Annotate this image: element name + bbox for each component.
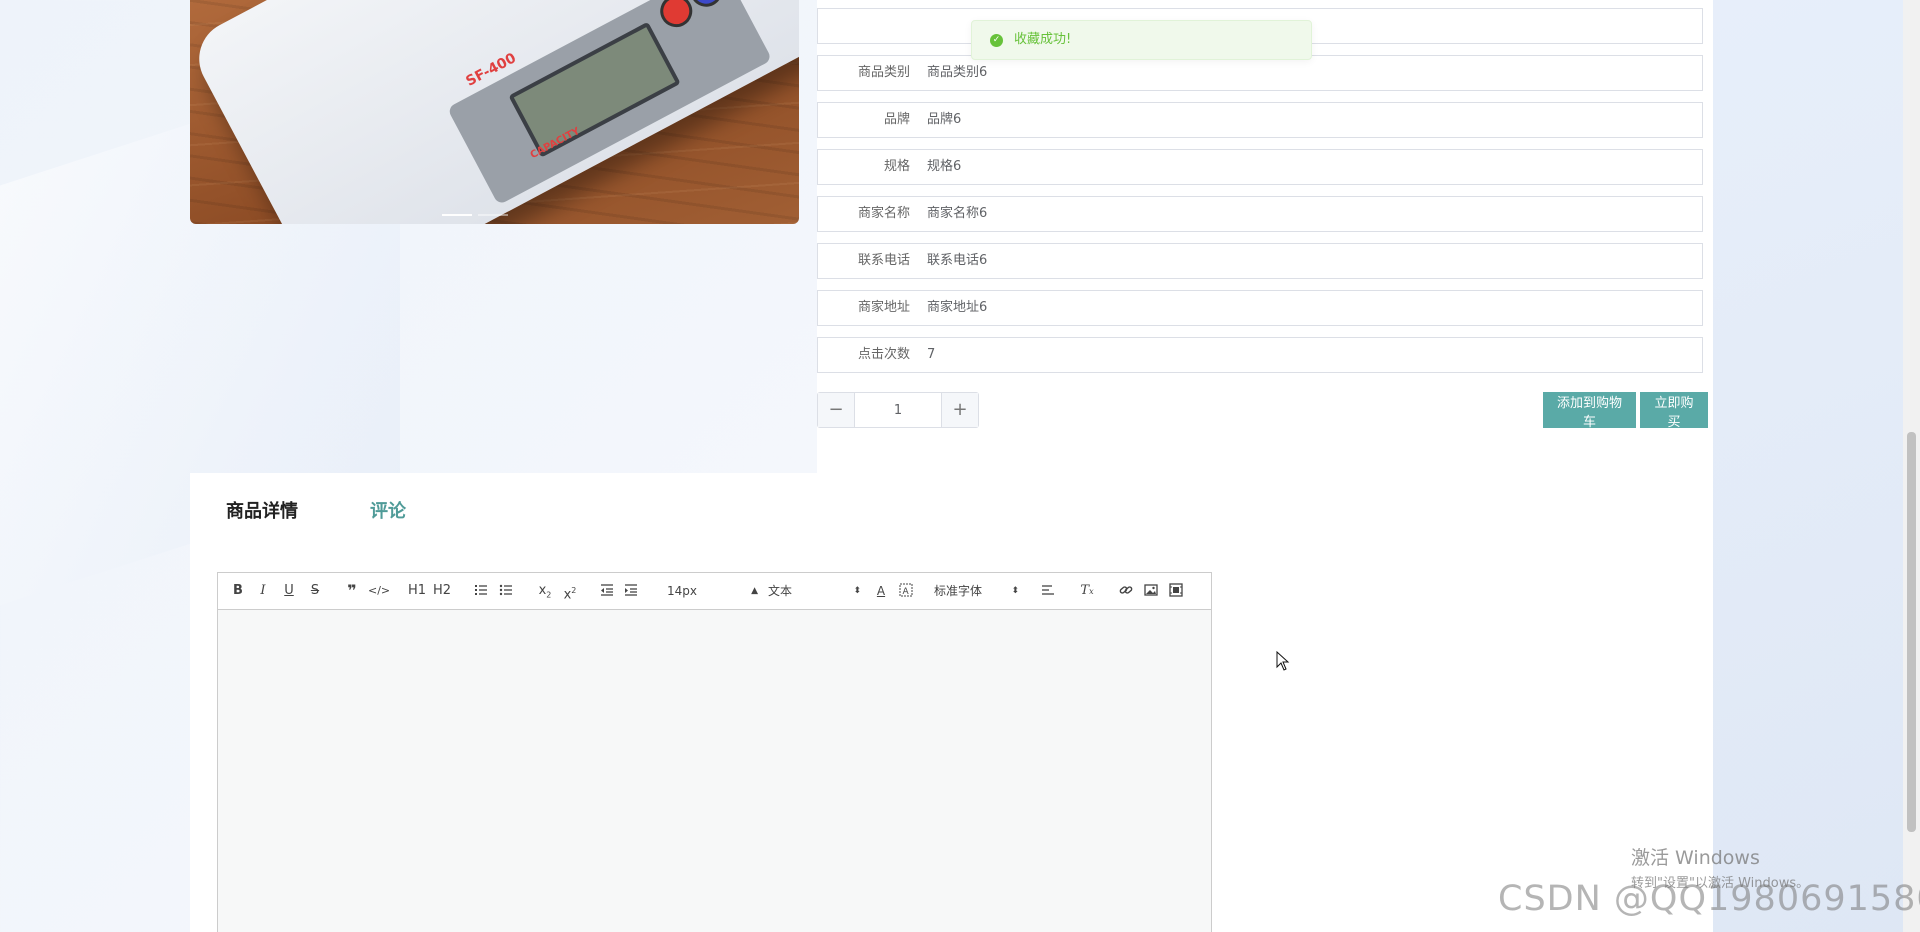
- mouse-cursor-icon: [1276, 651, 1290, 671]
- header-2-button[interactable]: H2: [431, 580, 453, 602]
- toast-message: 收藏成功!: [1014, 32, 1072, 47]
- link-icon[interactable]: [1117, 580, 1135, 602]
- info-row-category: 商品类别 商品类别6: [817, 55, 1703, 91]
- video-icon[interactable]: [1167, 580, 1185, 602]
- info-value: 商品类别6: [927, 65, 988, 80]
- buy-now-button[interactable]: 立即购买: [1640, 392, 1708, 430]
- info-value: 联系电话6: [927, 253, 988, 268]
- code-icon[interactable]: </>: [368, 580, 390, 602]
- info-value: 商家地址6: [927, 300, 988, 315]
- superscript-icon[interactable]: x2: [560, 580, 580, 602]
- product-image-carousel[interactable]: SF-400 CAPACITY: [190, 0, 799, 224]
- align-icon[interactable]: [1039, 580, 1057, 602]
- select-arrow-icon: ⬍: [1011, 586, 1019, 596]
- carousel-indicators: [442, 214, 508, 216]
- csdn-watermark: CSDN @QQ1980691580: [1498, 879, 1920, 919]
- info-value: 规格6: [927, 159, 962, 174]
- info-label: 商家地址: [857, 300, 910, 315]
- carousel-indicator[interactable]: [442, 214, 472, 216]
- font-size-select[interactable]: 14px ▲: [667, 580, 758, 602]
- clear-format-icon[interactable]: Tx: [1078, 580, 1096, 602]
- carousel-indicator[interactable]: [478, 214, 508, 216]
- bold-button[interactable]: B: [230, 580, 246, 602]
- font-family-value: 标准字体: [934, 584, 983, 598]
- quantity-input[interactable]: [855, 393, 941, 427]
- info-label: 品牌: [883, 112, 910, 127]
- editor-toolbar: B I U S ❞ </> H1 H2 x2 x2 14px ▲ 文本 ⬍ A …: [218, 573, 1211, 610]
- product-info-panel: 商品类别 商品类别6 品牌 品牌6 规格 规格6 商家名称 商家名称6 联系电话…: [817, 0, 1713, 473]
- bullet-list-icon[interactable]: [497, 580, 515, 602]
- info-row-spec: 规格 规格6: [817, 149, 1703, 185]
- quantity-stepper: − +: [817, 392, 979, 428]
- subscript-icon[interactable]: x2: [535, 580, 555, 602]
- info-row-click-count: 点击次数 7: [817, 337, 1703, 373]
- info-label: 商品类别: [857, 65, 910, 80]
- image-icon[interactable]: [1142, 580, 1160, 602]
- rich-text-editor: B I U S ❞ </> H1 H2 x2 x2 14px ▲ 文本 ⬍ A …: [217, 572, 1212, 932]
- ordered-list-icon[interactable]: [472, 580, 490, 602]
- svg-text:A: A: [903, 587, 910, 597]
- editor-content-area[interactable]: [218, 610, 1211, 932]
- scrollbar-thumb[interactable]: [1907, 432, 1916, 832]
- check-circle-icon: ✓: [990, 34, 1003, 47]
- success-toast: ✓ 收藏成功!: [971, 20, 1312, 60]
- product-detail-page: SF-400 CAPACITY 商品类别 商品类别6 品牌 品牌6 规格 规格6…: [190, 0, 1713, 932]
- quantity-decrease-button[interactable]: −: [818, 393, 855, 427]
- scale-red-button: [654, 0, 698, 33]
- info-label: 商家名称: [857, 206, 910, 221]
- info-row-merchant-name: 商家名称 商家名称6: [817, 196, 1703, 232]
- blockquote-icon[interactable]: ❞: [343, 580, 361, 602]
- select-arrow-icon: ▲: [751, 586, 758, 596]
- tab-product-details[interactable]: 商品详情: [226, 497, 298, 523]
- info-label: 点击次数: [857, 347, 910, 362]
- tab-comments[interactable]: 评论: [370, 497, 406, 523]
- page-scrollbar[interactable]: [1903, 0, 1920, 932]
- add-to-cart-button[interactable]: 添加到购物车: [1543, 392, 1636, 430]
- paragraph-select[interactable]: 文本 ⬍: [768, 580, 861, 602]
- info-value: 品牌6: [927, 112, 962, 127]
- italic-button[interactable]: I: [255, 580, 271, 602]
- quantity-increase-button[interactable]: +: [941, 393, 978, 427]
- activation-title: 激活 Windows: [1631, 847, 1760, 869]
- select-arrow-icon: ⬍: [853, 586, 861, 596]
- underline-button[interactable]: U: [281, 580, 297, 602]
- strike-button[interactable]: S: [307, 580, 323, 602]
- outdent-icon[interactable]: [598, 580, 616, 602]
- detail-section: 商品详情 评论 B I U S ❞ </> H1 H2 x2 x2 14px ▲…: [190, 473, 1713, 932]
- info-label: 联系电话: [857, 253, 910, 268]
- text-color-icon[interactable]: A: [872, 580, 890, 602]
- background-color-icon[interactable]: A: [897, 580, 915, 602]
- info-row-address: 商家地址 商家地址6: [817, 290, 1703, 326]
- indent-icon[interactable]: [622, 580, 640, 602]
- info-value: 商家名称6: [927, 206, 988, 221]
- font-family-select[interactable]: 标准字体 ⬍: [934, 580, 1019, 602]
- info-value: 7: [927, 347, 936, 362]
- info-row-phone: 联系电话 联系电话6: [817, 243, 1703, 279]
- header-1-button[interactable]: H1: [406, 580, 428, 602]
- info-label: 规格: [883, 159, 910, 174]
- font-size-value: 14px: [667, 584, 697, 598]
- info-row-brand: 品牌 品牌6: [817, 102, 1703, 138]
- paragraph-value: 文本: [768, 584, 793, 598]
- info-label: [818, 9, 910, 43]
